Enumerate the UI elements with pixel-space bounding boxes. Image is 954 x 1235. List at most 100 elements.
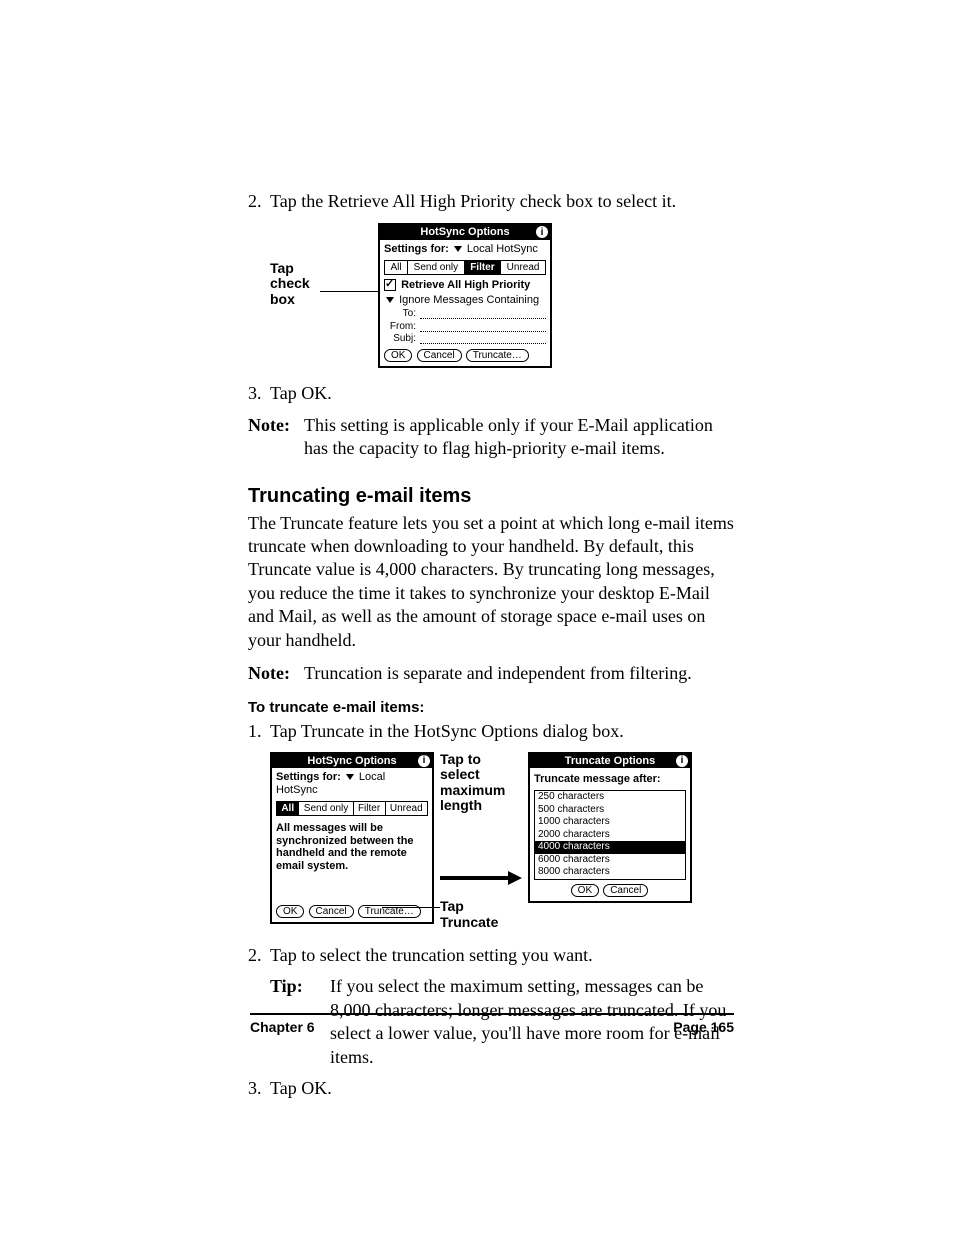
ok-button[interactable]: OK <box>571 884 599 898</box>
palm-dialog-hotsync-options: HotSync Options i Settings for: Local Ho… <box>378 223 552 368</box>
text-input[interactable] <box>420 333 546 344</box>
truncate-after-label: Truncate message after: <box>534 773 686 786</box>
callout-line: Tap <box>270 261 316 276</box>
callout-tap-checkbox: Tap check box <box>270 261 316 307</box>
settings-for-row: Settings for: Local HotSync <box>276 771 428 796</box>
step-1b: 1. Tap Truncate in the HotSync Options d… <box>248 720 734 743</box>
tab-all[interactable]: All <box>277 802 299 816</box>
step-text: Tap the Retrieve All High Priority check… <box>270 190 676 213</box>
dropdown-icon[interactable] <box>386 297 394 303</box>
info-icon[interactable]: i <box>536 226 548 238</box>
field-label: Subj: <box>384 333 416 345</box>
note-high-priority: Note: This setting is applicable only if… <box>248 414 734 461</box>
callout-tap-truncate: Tap Truncate <box>440 899 522 930</box>
tab-bar: All Send only Filter Unread <box>384 260 546 276</box>
step-text: Tap OK. <box>270 1077 332 1100</box>
subj-field: Subj: <box>384 333 546 345</box>
figure-hotsync-filter: Tap check box HotSync Options i Settings… <box>248 223 734 368</box>
tab-bar: All Send only Filter Unread <box>276 801 428 817</box>
info-icon[interactable]: i <box>418 755 430 767</box>
ignore-label: Ignore Messages Containing <box>399 294 539 306</box>
callout-line: Tap to <box>440 752 522 767</box>
note-label: Note: <box>248 414 304 461</box>
button-row: OK Cancel <box>534 884 686 898</box>
to-field: To: <box>384 308 546 320</box>
callout-line: length <box>440 798 522 813</box>
step-3: 3. Tap OK. <box>248 382 734 405</box>
callout-line: select <box>440 767 522 782</box>
arrow-right-icon <box>440 871 522 885</box>
truncate-option[interactable]: 2000 characters <box>535 829 685 842</box>
dialog-title: HotSync Options <box>420 226 509 239</box>
from-field: From: <box>384 321 546 333</box>
retrieve-label: Retrieve All High Priority <box>401 279 530 291</box>
dropdown-icon[interactable] <box>454 246 462 252</box>
dialog-title: HotSync Options <box>307 755 396 768</box>
dialog-titlebar: HotSync Options i <box>272 754 432 769</box>
palm-dialog-truncate-options: Truncate Options i Truncate message afte… <box>528 752 692 903</box>
truncate-button[interactable]: Truncate… <box>466 349 529 363</box>
truncate-option[interactable]: 1000 characters <box>535 816 685 829</box>
section-heading-truncating: Truncating e-mail items <box>248 485 734 508</box>
cancel-button[interactable]: Cancel <box>603 884 648 898</box>
settings-for-row: Settings for: Local HotSync <box>384 243 546 256</box>
palm-dialog-hotsync-options-2: HotSync Options i Settings for: Local Ho… <box>270 752 434 924</box>
callout-line: check <box>270 276 316 291</box>
ignore-messages-row[interactable]: Ignore Messages Containing <box>384 294 546 307</box>
footer-page: Page 165 <box>673 1019 734 1035</box>
dropdown-icon[interactable] <box>346 774 354 780</box>
step-2b: 2. Tap to select the truncation setting … <box>248 944 734 967</box>
field-label: From: <box>384 321 416 333</box>
field-label: To: <box>384 308 416 320</box>
tab-all[interactable]: All <box>385 261 408 275</box>
note-text: Truncation is separate and independent f… <box>304 662 692 685</box>
checkbox-icon[interactable] <box>384 279 396 291</box>
cancel-button[interactable]: Cancel <box>309 905 354 919</box>
paragraph-truncate-intro: The Truncate feature lets you set a poin… <box>248 512 734 652</box>
step-2: 2. Tap the Retrieve All High Priority ch… <box>248 190 734 213</box>
text-input[interactable] <box>420 321 546 332</box>
truncate-option[interactable]: 8000 characters <box>535 866 685 879</box>
button-row: OK Cancel Truncate… <box>384 349 546 363</box>
truncate-option[interactable]: 500 characters <box>535 804 685 817</box>
subheading-to-truncate: To truncate e-mail items: <box>248 699 734 716</box>
sync-message: All messages will be synchronized betwee… <box>276 820 428 901</box>
tab-unread[interactable]: Unread <box>501 261 545 275</box>
text-input[interactable] <box>420 308 546 319</box>
tab-filter[interactable]: Filter <box>465 261 501 275</box>
info-icon[interactable]: i <box>676 755 688 767</box>
step-text: Tap to select the truncation setting you… <box>270 944 593 967</box>
dialog-title: Truncate Options <box>565 755 655 768</box>
ok-button[interactable]: OK <box>276 905 304 919</box>
step-number: 1. <box>248 720 270 743</box>
step-number: 3. <box>248 1077 270 1100</box>
cancel-button[interactable]: Cancel <box>417 349 462 363</box>
tab-unread[interactable]: Unread <box>386 802 427 816</box>
dialog-titlebar: Truncate Options i <box>530 754 690 769</box>
settings-value[interactable]: Local HotSync <box>467 243 538 255</box>
step-3b: 3. Tap OK. <box>248 1077 734 1100</box>
tab-filter[interactable]: Filter <box>354 802 386 816</box>
ok-button[interactable]: OK <box>384 349 412 363</box>
step-text: Tap OK. <box>270 382 332 405</box>
truncate-options-list[interactable]: 250 characters500 characters1000 charact… <box>534 790 686 880</box>
step-number: 2. <box>248 190 270 213</box>
tab-send-only[interactable]: Send only <box>408 261 465 275</box>
tab-send-only[interactable]: Send only <box>299 802 353 816</box>
footer-chapter: Chapter 6 <box>250 1019 315 1035</box>
callout-column: Tap to select maximum length Tap Truncat… <box>440 752 522 930</box>
truncate-option[interactable]: 4000 characters <box>535 841 685 854</box>
note-label: Note: <box>248 662 304 685</box>
callout-line: Tap <box>440 899 522 914</box>
step-number: 3. <box>248 382 270 405</box>
figure-truncate-flow: HotSync Options i Settings for: Local Ho… <box>248 752 734 930</box>
note-text: This setting is applicable only if your … <box>304 414 734 461</box>
retrieve-high-priority-row[interactable]: Retrieve All High Priority <box>384 279 546 292</box>
step-text: Tap Truncate in the HotSync Options dial… <box>270 720 624 743</box>
truncate-option[interactable]: 250 characters <box>535 791 685 804</box>
settings-label: Settings for: <box>384 243 449 255</box>
truncate-option[interactable]: 6000 characters <box>535 854 685 867</box>
step-number: 2. <box>248 944 270 967</box>
note-truncation: Note: Truncation is separate and indepen… <box>248 662 734 685</box>
callout-line: box <box>270 292 316 307</box>
